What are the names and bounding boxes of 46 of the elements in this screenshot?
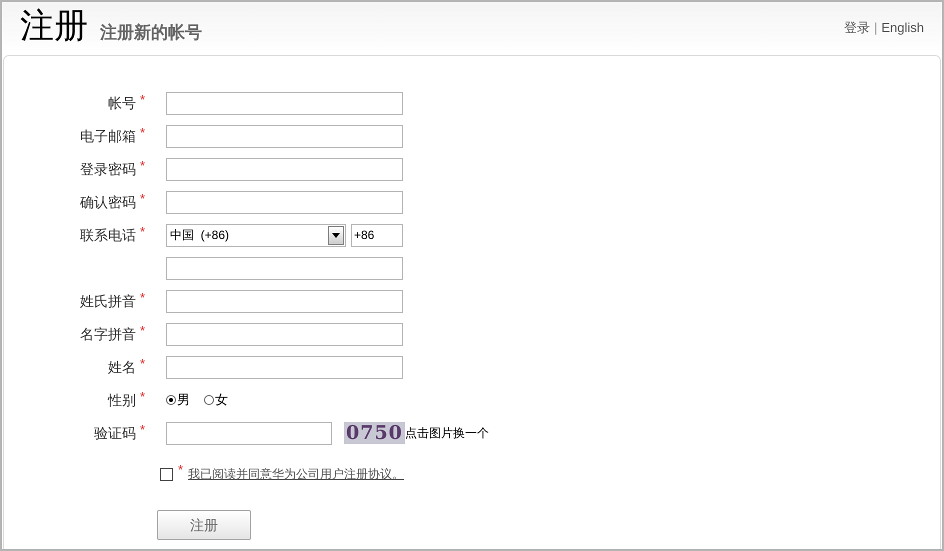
input-field[interactable]: [166, 422, 332, 444]
required-mark: *: [139, 190, 146, 208]
input-field[interactable]: [166, 158, 403, 180]
required-mark: *: [139, 355, 146, 373]
radio-button[interactable]: [204, 395, 214, 405]
field-label: 验证码: [94, 424, 136, 442]
field-label: 名字拼音: [80, 324, 136, 344]
required-mark: *: [139, 289, 146, 307]
field-label: 电子邮箱: [80, 126, 136, 146]
radio-button[interactable]: [166, 395, 176, 405]
field-label: 联系电话: [80, 226, 136, 244]
input-field[interactable]: [166, 322, 403, 346]
required-mark: *: [178, 461, 184, 480]
input-field[interactable]: [166, 256, 403, 280]
agreement-link[interactable]: 我已阅读并同意华为公司用户注册协议。: [188, 465, 404, 483]
required-mark: *: [139, 421, 146, 439]
captcha-hint: 点击图片换一个: [404, 425, 489, 442]
country-code-field[interactable]: +86: [351, 224, 403, 246]
radio-label: 女: [215, 391, 228, 410]
separator: |: [874, 18, 878, 37]
required-mark: *: [139, 388, 146, 406]
radio-label: 男: [177, 391, 190, 410]
required-mark: *: [139, 157, 146, 175]
input-field[interactable]: [166, 290, 403, 312]
country-dropdown[interactable]: 中国 (+86): [166, 224, 346, 246]
page-title: 注册: [20, 9, 88, 43]
captcha-image[interactable]: 0750: [344, 422, 405, 444]
header-link[interactable]: English: [881, 18, 924, 37]
register-button[interactable]: 注册: [157, 510, 251, 540]
required-mark: *: [139, 322, 146, 340]
field-label: 确认密码: [80, 192, 136, 212]
input-field[interactable]: [166, 124, 403, 148]
agreement-checkbox[interactable]: [160, 468, 173, 480]
page-subtitle: 注册新的帐号: [100, 24, 202, 43]
required-mark: *: [139, 91, 146, 109]
header-link[interactable]: 登录: [844, 18, 870, 37]
required-mark: *: [139, 124, 146, 142]
input-field[interactable]: [166, 356, 403, 378]
input-field[interactable]: [166, 92, 403, 114]
required-mark: *: [139, 223, 146, 241]
field-label: 姓氏拼音: [80, 292, 136, 310]
input-field[interactable]: [166, 190, 403, 214]
field-label: 姓名: [108, 358, 136, 376]
field-label: 性别: [108, 390, 136, 410]
field-label: 登录密码: [80, 160, 136, 178]
field-label: 帐号: [108, 94, 136, 112]
